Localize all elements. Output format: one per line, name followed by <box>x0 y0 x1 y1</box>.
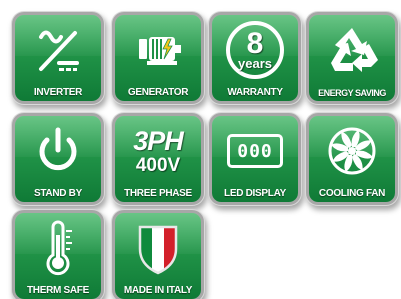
stand-by-label: STAND BY <box>34 188 82 199</box>
generator-badge: GENERATOR <box>115 15 201 101</box>
generator-icon <box>115 19 201 81</box>
three-phase-icon: 3PH 400V <box>115 120 201 182</box>
warranty-number: 8 <box>246 26 264 60</box>
energy-saving-badge: ENERGY SAVING <box>309 15 395 101</box>
made-in-italy-badge: MADE IN ITALY <box>115 213 201 299</box>
energy-saving-label: ENERGY SAVING <box>318 88 386 98</box>
therm-safe-label: THERM SAFE <box>26 285 89 296</box>
inverter-label: INVERTER <box>33 87 83 98</box>
led-display-icon: 000 <box>212 120 298 182</box>
italy-shield-icon <box>115 217 201 279</box>
thermometer-icon <box>15 217 101 279</box>
generator-label: GENERATOR <box>127 87 189 98</box>
led-display-badge: 000 LED DISPLAY <box>212 116 298 202</box>
power-icon <box>15 120 101 182</box>
led-display-label: LED DISPLAY <box>224 188 286 199</box>
inverter-icon <box>15 19 101 81</box>
inverter-badge: INVERTER <box>15 15 101 101</box>
three-phase-badge: 3PH 400V THREE PHASE <box>115 116 201 202</box>
three-phase-label: THREE PHASE <box>124 188 192 199</box>
warranty-badge: 8 years WARRANTY <box>212 15 298 101</box>
three-phase-text: 3PH <box>133 125 184 156</box>
voltage-text: 400V <box>135 154 181 176</box>
stand-by-badge: STAND BY <box>15 116 101 202</box>
fan-icon <box>309 120 395 182</box>
cooling-fan-label: COOLING FAN <box>318 188 386 199</box>
led-digits: 000 <box>237 140 273 162</box>
warranty-label: WARRANTY <box>227 87 283 98</box>
therm-safe-badge: THERM SAFE <box>15 213 101 299</box>
recycle-icon <box>309 19 395 81</box>
warranty-unit: years <box>238 55 272 71</box>
made-in-italy-label: MADE IN ITALY <box>123 285 193 296</box>
warranty-icon: 8 years <box>212 19 298 81</box>
cooling-fan-badge: COOLING FAN <box>309 116 395 202</box>
